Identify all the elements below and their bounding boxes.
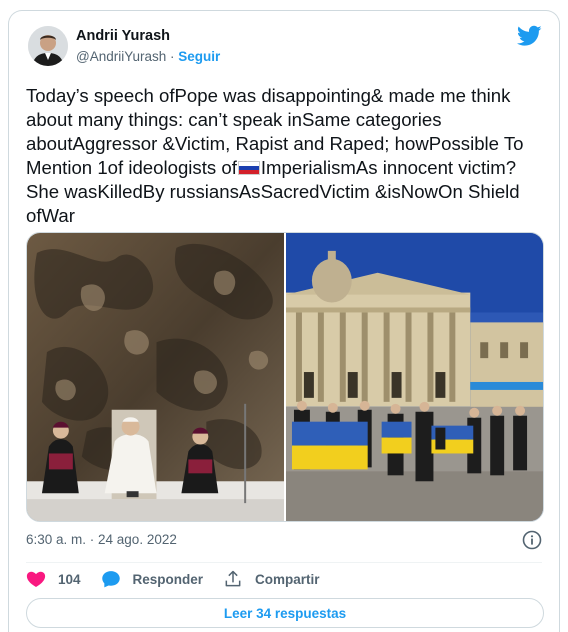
divider <box>26 562 542 563</box>
like-button[interactable]: 104 <box>26 569 81 589</box>
share-button[interactable]: Compartir <box>223 569 320 589</box>
info-icon[interactable] <box>522 530 542 550</box>
media-gallery <box>26 232 544 522</box>
avatar[interactable] <box>28 26 68 66</box>
tweet-card: Andrii Yurash @AndriiYurash · Seguir Tod… <box>8 10 560 632</box>
author-handle-line: @AndriiYurash · Seguir <box>76 49 220 64</box>
action-bar: 104 Responder Compartir <box>26 569 340 589</box>
russian-flag-icon <box>237 161 260 175</box>
author-name[interactable]: Andrii Yurash <box>76 28 170 44</box>
twitter-bird-icon[interactable] <box>517 25 542 47</box>
speech-bubble-icon <box>101 571 120 588</box>
share-label: Compartir <box>255 571 320 587</box>
tweet-timestamp[interactable]: 6:30 a. m. · 24 ago. 2022 <box>26 532 177 547</box>
photo-st-peters-group[interactable] <box>286 233 543 521</box>
share-icon <box>225 570 241 587</box>
photo-pope-audience[interactable] <box>27 233 284 521</box>
tweet-text: Today’s speech ofPope was disappointing&… <box>26 84 546 228</box>
heart-icon <box>26 571 46 587</box>
read-replies-button[interactable]: Leer 34 respuestas <box>26 598 544 628</box>
reply-label: Responder <box>132 571 204 587</box>
author-handle[interactable]: @AndriiYurash <box>76 49 166 64</box>
separator-dot: · <box>166 49 179 64</box>
follow-button[interactable]: Seguir <box>178 49 220 64</box>
like-count: 104 <box>58 571 81 587</box>
reply-button[interactable]: Responder <box>101 569 204 589</box>
